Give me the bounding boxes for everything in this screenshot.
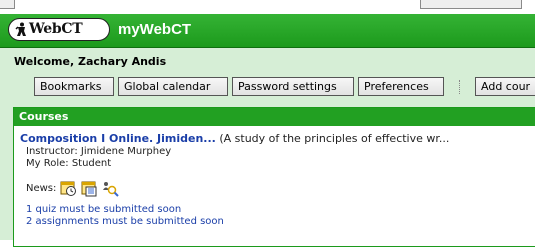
calendar-grid-icon[interactable] bbox=[81, 180, 98, 197]
password-settings-button[interactable]: Password settings bbox=[232, 77, 354, 96]
main-area: Welcome, Zachary Andis Bookmarks Global … bbox=[0, 48, 535, 247]
app-title: myWebCT bbox=[118, 21, 192, 38]
people-search-icon[interactable] bbox=[102, 180, 119, 197]
calendar-clock-icon[interactable] bbox=[60, 180, 77, 197]
global-calendar-button[interactable]: Global calendar bbox=[118, 77, 228, 96]
courses-panel: Courses Composition I Online. Jimiden...… bbox=[13, 107, 535, 247]
webct-logo[interactable]: WebCT bbox=[8, 18, 110, 41]
browser-top-strip bbox=[0, 0, 535, 14]
course-instructor: Instructor: Jimidene Murphey bbox=[26, 146, 172, 157]
course-role: My Role: Student bbox=[26, 158, 112, 169]
quiz-notice-link[interactable]: 1 quiz must be submitted soon bbox=[26, 204, 181, 215]
add-course-button[interactable]: Add cour bbox=[475, 77, 535, 96]
welcome-message: Welcome, Zachary Andis bbox=[14, 55, 167, 68]
course-description: (A study of the principles of effective … bbox=[219, 132, 450, 145]
logo-text: WebCT bbox=[29, 21, 83, 37]
course-title-link[interactable]: Composition I Online. Jimiden... bbox=[20, 132, 216, 145]
toolbar-separator bbox=[459, 80, 460, 94]
toolbar: Bookmarks Global calendar Password setti… bbox=[0, 77, 535, 99]
browser-tab-left bbox=[0, 0, 15, 9]
news-label: News: bbox=[26, 183, 57, 194]
bookmarks-button[interactable]: Bookmarks bbox=[34, 77, 114, 96]
assignment-notice-link[interactable]: 2 assignments must be submitted soon bbox=[26, 216, 224, 227]
browser-tab-right bbox=[420, 0, 522, 9]
preferences-button[interactable]: Preferences bbox=[358, 77, 444, 96]
webct-figure-icon bbox=[15, 22, 26, 36]
courses-heading: Courses bbox=[14, 108, 535, 126]
course-title-line: Composition I Online. Jimiden... (A stud… bbox=[20, 132, 449, 145]
app-header: WebCT myWebCT bbox=[0, 14, 535, 48]
